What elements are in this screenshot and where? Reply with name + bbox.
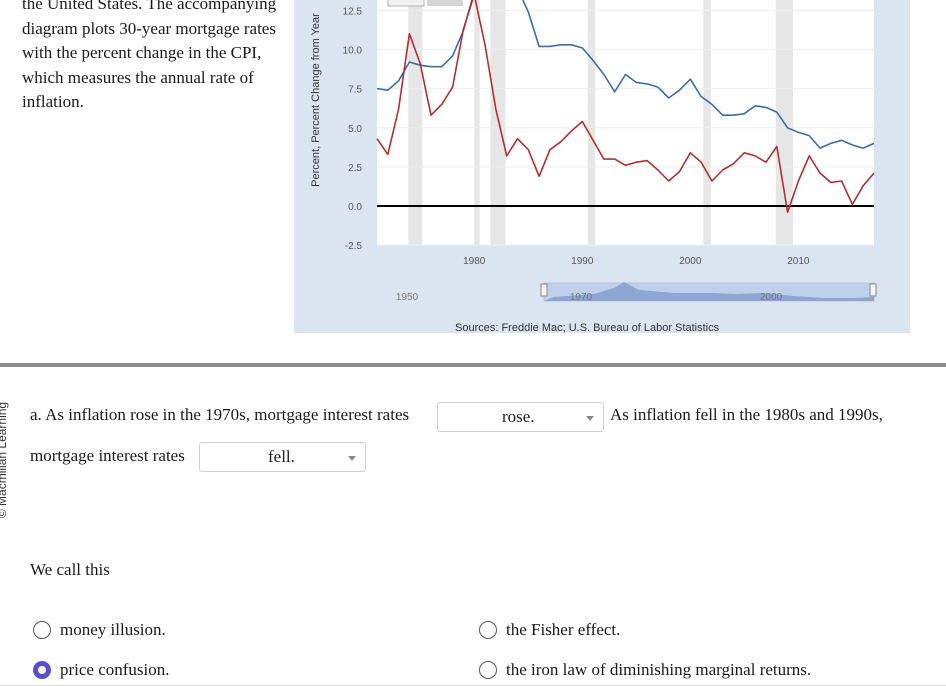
intro-paragraph: the United States. The accompanying diag… (22, 0, 294, 115)
option-label: money illusion. (60, 620, 166, 639)
dropdown-2-value: fell. (268, 447, 295, 466)
plot-area (377, 0, 874, 245)
intro-line: diagram plots 30-year mortgage rates (22, 18, 276, 38)
option-label: the Fisher effect. (506, 620, 621, 639)
copyright-credit: © Macmillan Learning (0, 401, 9, 518)
range-selector-button (427, 0, 463, 6)
radio-button[interactable] (479, 621, 497, 639)
radio-button[interactable] (479, 661, 497, 679)
chart-panel: 12.5 10.0 7.5 5.0 2.5 0.0 -2.5 1980 1990 2000 2010… (294, 0, 910, 333)
y-tick-label: -2.5 (345, 241, 363, 252)
radio-button-selected[interactable] (33, 661, 51, 679)
y-tick-label: 2.5 (348, 163, 362, 174)
intro-line: inflation. (22, 92, 84, 112)
recession-band (587, 0, 596, 245)
part-a-mid: As inflation fell in the 1980s and 1990s… (610, 405, 883, 424)
x-tick-label: 1980 (463, 256, 486, 267)
chevron-down-icon (586, 416, 594, 421)
x-tick-label: 2000 (679, 256, 702, 267)
intro-line: with the percent change in the CPI, (22, 43, 262, 63)
intro-line: which measures the annual rate of (22, 67, 254, 87)
radio-button[interactable] (33, 621, 51, 639)
mortgage-cpi-chart: 12.5 10.0 7.5 5.0 2.5 0.0 -2.5 1980 1990 2000 2010… (310, 0, 877, 333)
range-selector-button (387, 0, 425, 7)
option-label: the iron law of diminishing marginal ret… (506, 660, 812, 679)
navigator-label: 1970 (570, 292, 593, 303)
intro-line: the United States. The accompanying (22, 0, 277, 13)
recession-band (490, 0, 506, 245)
option-label: price confusion. (60, 660, 170, 679)
y-tick-label: 12.5 (343, 6, 363, 17)
mortgage-rates-dropdown-1[interactable]: rose. (437, 402, 604, 432)
chart-source: Sources: Freddie Mac; U.S. Bureau of Lab… (455, 322, 720, 333)
x-tick-label: 2010 (787, 256, 810, 267)
line2-prefix: mortgage interest rates (30, 446, 185, 465)
navigator-label: 1950 (396, 292, 419, 303)
x-tick-label: 1990 (571, 256, 594, 267)
chevron-down-icon (348, 456, 356, 461)
y-tick-label: 0.0 (348, 202, 362, 213)
navigator-label: 2000 (760, 292, 783, 303)
y-tick-label: 10.0 (343, 46, 363, 57)
navigator-handle-right (869, 283, 877, 297)
recession-band (474, 0, 480, 245)
y-axis-label: Percent, Percent Change from Year (310, 13, 322, 187)
we-call-this-label: We call this (30, 560, 110, 579)
navigator-handle-left (540, 283, 548, 297)
y-tick-label: 5.0 (348, 124, 362, 135)
mortgage-rates-dropdown-2[interactable]: fell. (199, 442, 366, 472)
recession-band (703, 0, 711, 245)
y-tick-label: 7.5 (348, 85, 362, 96)
part-a-prefix: a. As inflation rose in the 1970s, mortg… (30, 405, 410, 424)
section-divider (0, 363, 946, 367)
dropdown-1-value: rose. (502, 407, 535, 426)
